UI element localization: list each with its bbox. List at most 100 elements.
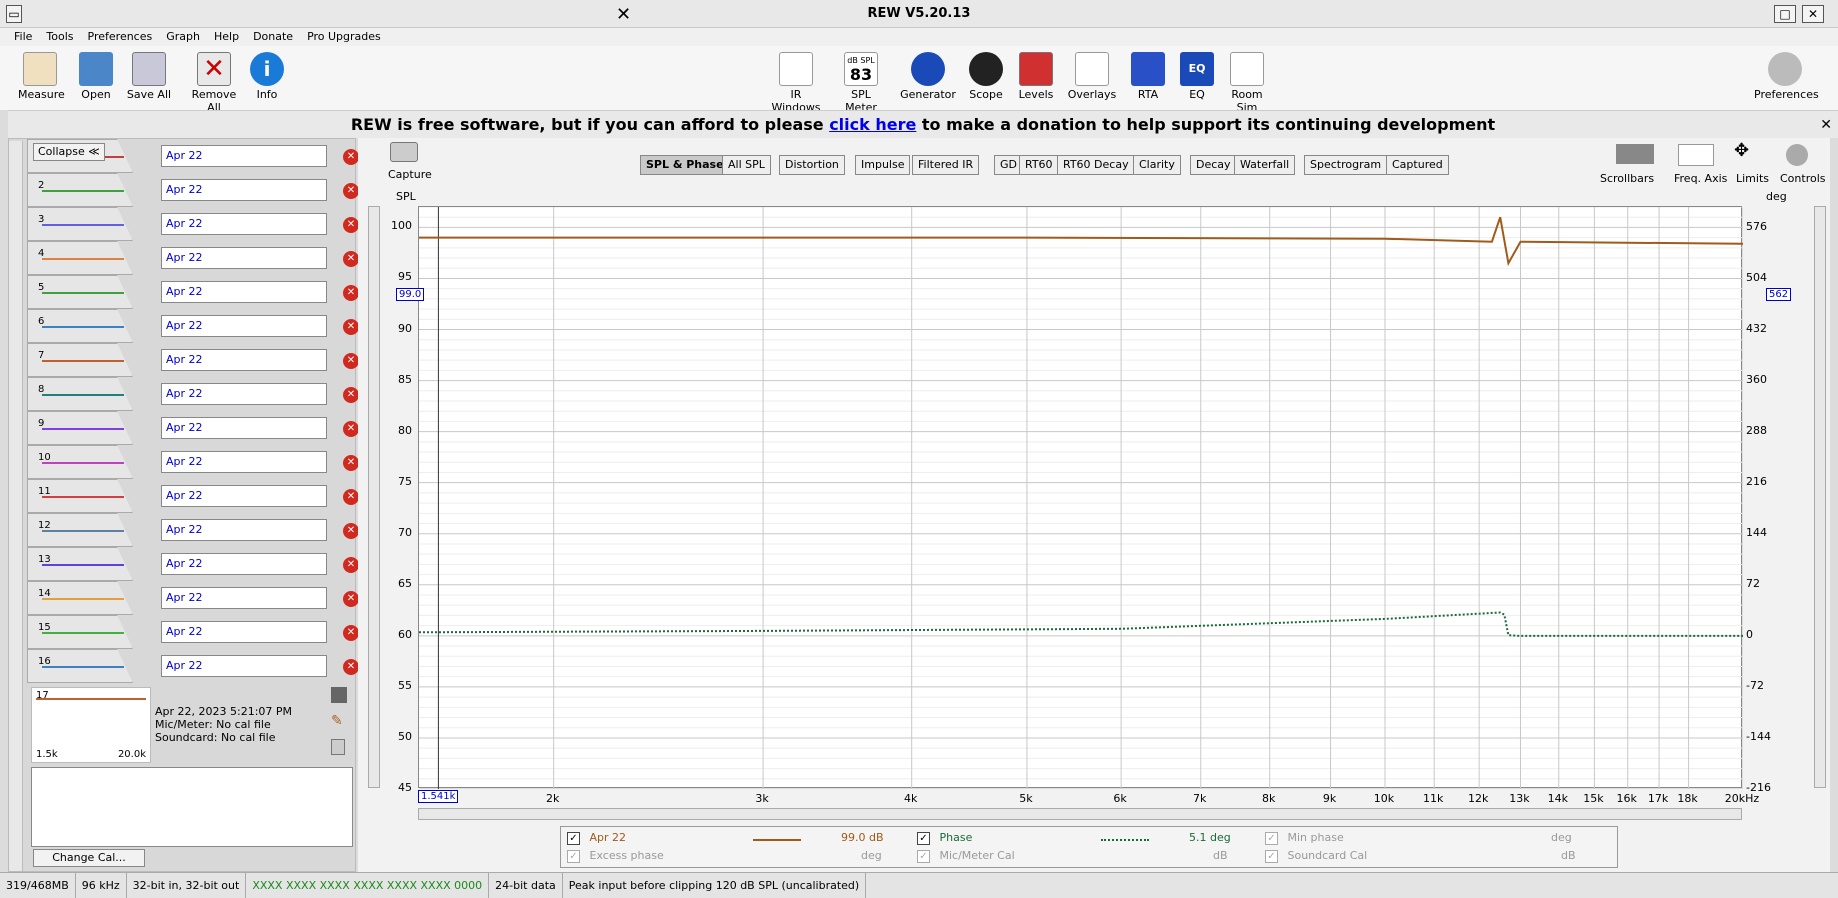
tab-graph-2[interactable]: Distortion (779, 155, 845, 175)
plot-area[interactable] (418, 206, 1744, 790)
measurement-name-field[interactable]: Apr 22 (161, 519, 327, 541)
menu-graph[interactable]: Graph (166, 30, 200, 43)
delete-measurement-icon[interactable]: ✕ (343, 149, 359, 165)
measurement-name-field[interactable]: Apr 22 (161, 417, 327, 439)
room-sim-button[interactable]: Room Sim (1222, 52, 1272, 114)
ir-windows-button[interactable]: IR Windows (766, 52, 826, 114)
measurement-row[interactable]: 2 Apr 22 ✕ (27, 173, 359, 207)
excess-checkbox[interactable]: ✓ (567, 849, 580, 863)
panel-scrollbar[interactable] (9, 141, 23, 871)
measurement-name-field[interactable]: Apr 22 (161, 247, 327, 269)
tab-graph-3[interactable]: Impulse (855, 155, 911, 175)
overlays-button[interactable]: Overlays (1066, 52, 1118, 101)
freq-axis-icon[interactable] (1678, 144, 1714, 166)
donate-link[interactable]: click here (829, 115, 916, 134)
x-scrollbar[interactable] (418, 808, 1742, 820)
measurement-row[interactable]: 16 Apr 22 ✕ (27, 649, 359, 683)
menu-help[interactable]: Help (214, 30, 239, 43)
rta-button[interactable]: RTA (1130, 52, 1166, 101)
delete-measurement-icon[interactable]: ✕ (343, 591, 359, 607)
measurement-tab[interactable]: 12 (27, 513, 133, 547)
measurement-tab[interactable]: 3 (27, 207, 133, 241)
delete-measurement-icon[interactable]: ✕ (343, 319, 359, 335)
tab-graph-12[interactable]: Captured (1386, 155, 1449, 175)
measurement-name-field[interactable]: Apr 22 (161, 213, 327, 235)
measurement-row[interactable]: 15 Apr 22 ✕ (27, 615, 359, 649)
menu-preferences[interactable]: Preferences (88, 30, 153, 43)
measurement-row[interactable]: 9 Apr 22 ✕ (27, 411, 359, 445)
selected-thumbnail[interactable]: 17 1.5k 20.0k (31, 687, 151, 763)
close-button[interactable]: ✕ (1802, 5, 1824, 23)
menu-file[interactable]: File (14, 30, 32, 43)
sccal-checkbox[interactable]: ✓ (1265, 849, 1278, 863)
measurement-row[interactable]: 7 Apr 22 ✕ (27, 343, 359, 377)
collapse-button[interactable]: Collapse ≪ (33, 143, 105, 161)
right-y-scrollbar[interactable] (1814, 206, 1826, 788)
measurement-row[interactable]: 4 Apr 22 ✕ (27, 241, 359, 275)
save-measurement-icon[interactable] (331, 687, 347, 703)
minphase-checkbox[interactable]: ✓ (1265, 831, 1278, 845)
measurement-tab[interactable]: 4 (27, 241, 133, 275)
save-all-button[interactable]: Save All (126, 52, 172, 101)
delete-measurement-icon[interactable]: ✕ (343, 251, 359, 267)
menu-donate[interactable]: Donate (253, 30, 293, 43)
measurement-row[interactable]: 8 Apr 22 ✕ (27, 377, 359, 411)
preferences-button[interactable]: Preferences (1754, 52, 1819, 101)
scrollbars-icon[interactable] (1616, 144, 1654, 164)
measurement-row[interactable]: 11 Apr 22 ✕ (27, 479, 359, 513)
spl-meter-button[interactable]: dB SPL 83 SPL Meter (834, 52, 888, 114)
delete-measurement-icon[interactable]: ✕ (343, 353, 359, 369)
delete-measurement-icon[interactable]: ✕ (343, 421, 359, 437)
delete-measurement-icon[interactable]: ✕ (343, 285, 359, 301)
tab-graph-4[interactable]: Filtered IR (912, 155, 980, 175)
measurement-name-field[interactable]: Apr 22 (161, 587, 327, 609)
tab-graph-9[interactable]: Decay (1190, 155, 1237, 175)
delete-measurement-icon[interactable]: ✕ (343, 183, 359, 199)
measurement-name-field[interactable]: Apr 22 (161, 383, 327, 405)
tab-graph-8[interactable]: Clarity (1133, 155, 1181, 175)
notes-area[interactable] (31, 767, 353, 847)
menu-pro-upgrades[interactable]: Pro Upgrades (307, 30, 381, 43)
measurement-tab[interactable]: 13 (27, 547, 133, 581)
measurement-tab[interactable]: 8 (27, 377, 133, 411)
tab-graph-10[interactable]: Waterfall (1234, 155, 1296, 175)
delete-measurement-icon[interactable]: ✕ (343, 659, 359, 675)
edit-icon[interactable]: ✎ (331, 713, 347, 729)
measurement-name-field[interactable]: Apr 22 (161, 281, 327, 303)
measurement-row[interactable]: 3 Apr 22 ✕ (27, 207, 359, 241)
measurement-tab[interactable]: 5 (27, 275, 133, 309)
measurement-tab[interactable]: 9 (27, 411, 133, 445)
measurement-tab[interactable]: 16 (27, 649, 133, 683)
tab-graph-1[interactable]: All SPL (722, 155, 771, 175)
measurement-row[interactable]: 14 Apr 22 ✕ (27, 581, 359, 615)
info-button[interactable]: i Info (250, 52, 284, 101)
eq-button[interactable]: EQ EQ (1180, 52, 1214, 101)
levels-button[interactable]: Levels (1018, 52, 1054, 101)
spl-checkbox[interactable]: ✓ (567, 831, 580, 845)
delete-measurement-icon[interactable]: ✕ (343, 217, 359, 233)
measurement-row[interactable]: 10 Apr 22 ✕ (27, 445, 359, 479)
measurement-name-field[interactable]: Apr 22 (161, 655, 327, 677)
phase-checkbox[interactable]: ✓ (917, 831, 930, 845)
measurement-tab[interactable]: 10 (27, 445, 133, 479)
remove-all-button[interactable]: ✕ Remove All (186, 52, 242, 114)
tab-graph-7[interactable]: RT60 Decay (1057, 155, 1135, 175)
measurement-name-field[interactable]: Apr 22 (161, 451, 327, 473)
measurement-tab[interactable]: 11 (27, 479, 133, 513)
scope-button[interactable]: Scope (968, 52, 1004, 101)
measurement-name-field[interactable]: Apr 22 (161, 179, 327, 201)
measurement-tab[interactable]: 6 (27, 309, 133, 343)
tab-graph-0[interactable]: SPL & Phase (640, 155, 730, 175)
open-button[interactable]: Open (76, 52, 116, 101)
measurement-name-field[interactable]: Apr 22 (161, 145, 327, 167)
measurement-tab[interactable]: 7 (27, 343, 133, 377)
measurement-row[interactable]: 12 Apr 22 ✕ (27, 513, 359, 547)
generator-button[interactable]: Generator (900, 52, 956, 101)
camera-icon[interactable] (390, 142, 418, 162)
delete-measurement-icon[interactable]: ✕ (343, 489, 359, 505)
delete-measurement-icon[interactable]: ✕ (343, 625, 359, 641)
measurement-name-field[interactable]: Apr 22 (161, 553, 327, 575)
menu-tools[interactable]: Tools (46, 30, 73, 43)
measurement-tab[interactable]: 15 (27, 615, 133, 649)
measurement-name-field[interactable]: Apr 22 (161, 621, 327, 643)
